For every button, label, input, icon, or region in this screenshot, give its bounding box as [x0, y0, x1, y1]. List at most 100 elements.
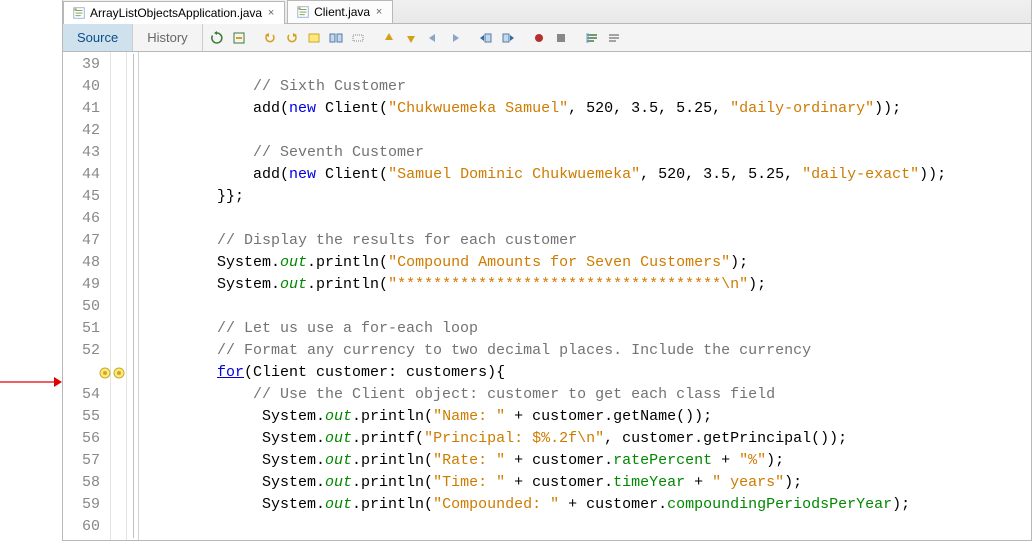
shift-right-icon[interactable] — [498, 28, 518, 48]
code-line[interactable]: System.out.println("Name: " + customer.g… — [145, 406, 1031, 428]
warning-icon — [112, 366, 126, 380]
code-line[interactable]: System.out.println("Time: " + customer.t… — [145, 472, 1031, 494]
fold-slot — [127, 450, 138, 472]
code-content[interactable]: // Sixth Customer add(new Client("Chukwu… — [139, 52, 1031, 540]
select-icon[interactable] — [326, 28, 346, 48]
history-view-tab[interactable]: History — [133, 24, 202, 51]
line-number: 52 — [63, 340, 110, 362]
uncomment-icon[interactable] — [604, 28, 624, 48]
code-line[interactable]: for(Client customer: customers){ — [145, 362, 1031, 384]
toolbar-icons — [203, 24, 628, 51]
glyph-slot — [111, 120, 126, 142]
line-number: 46 — [63, 208, 110, 230]
glyph-slot — [111, 472, 126, 494]
java-file-icon — [296, 5, 310, 19]
fold-slot — [127, 406, 138, 428]
line-number: 57 — [63, 450, 110, 472]
rect-icon[interactable] — [348, 28, 368, 48]
fold-slot — [127, 120, 138, 142]
glyph-slot — [111, 208, 126, 230]
glyph-slot — [111, 274, 126, 296]
fold-slot — [127, 296, 138, 318]
fold-slot — [127, 516, 138, 538]
comment-icon[interactable] — [582, 28, 602, 48]
code-line[interactable] — [145, 296, 1031, 318]
file-tab-arraylist[interactable]: ArrayListObjectsApplication.java × — [63, 1, 285, 24]
fold-slot — [127, 98, 138, 120]
nav-back-icon[interactable] — [423, 28, 443, 48]
code-line[interactable]: }}; — [145, 186, 1031, 208]
line-number: 45 — [63, 186, 110, 208]
nav-up-icon[interactable] — [379, 28, 399, 48]
glyph-slot — [111, 252, 126, 274]
shift-left-icon[interactable] — [476, 28, 496, 48]
record-icon[interactable] — [529, 28, 549, 48]
line-number: 39 — [63, 54, 110, 76]
tab-label: Client.java — [314, 5, 370, 19]
code-line[interactable] — [145, 208, 1031, 230]
code-line[interactable]: System.out.println("Compounded: " + cust… — [145, 494, 1031, 516]
line-number: 58 — [63, 472, 110, 494]
close-icon[interactable]: × — [266, 8, 276, 18]
glyph-slot — [111, 296, 126, 318]
code-line[interactable]: // Let us use a for-each loop — [145, 318, 1031, 340]
glyph-slot — [111, 406, 126, 428]
line-number: 48 — [63, 252, 110, 274]
fold-slot — [127, 142, 138, 164]
code-line[interactable]: System.out.println("********************… — [145, 274, 1031, 296]
code-line[interactable] — [145, 516, 1031, 538]
line-number: 55 — [63, 406, 110, 428]
update-icon[interactable] — [229, 28, 249, 48]
editor-panel: ArrayListObjectsApplication.java × Clien… — [62, 0, 1032, 541]
code-editor[interactable]: 3940414243444546474849505152545556575859… — [63, 52, 1031, 540]
fold-slot — [127, 362, 138, 384]
java-file-icon — [72, 6, 86, 20]
code-line[interactable] — [145, 120, 1031, 142]
redo-icon[interactable] — [282, 28, 302, 48]
file-tabs: ArrayListObjectsApplication.java × Clien… — [63, 0, 1031, 24]
line-number: 43 — [63, 142, 110, 164]
line-number-gutter: 3940414243444546474849505152545556575859… — [63, 52, 111, 540]
file-tab-client[interactable]: Client.java × — [287, 0, 393, 23]
glyph-slot — [111, 362, 126, 384]
code-line[interactable]: // Display the results for each customer — [145, 230, 1031, 252]
code-line[interactable]: // Sixth Customer — [145, 76, 1031, 98]
undo-icon[interactable] — [260, 28, 280, 48]
glyph-slot — [111, 450, 126, 472]
fold-slot — [127, 76, 138, 98]
glyph-slot — [111, 516, 126, 538]
code-line[interactable]: // Format any currency to two decimal pl… — [145, 340, 1031, 362]
line-number: 60 — [63, 516, 110, 538]
fold-slot — [127, 230, 138, 252]
glyph-slot — [111, 98, 126, 120]
refresh-icon[interactable] — [207, 28, 227, 48]
nav-down-icon[interactable] — [401, 28, 421, 48]
close-icon[interactable]: × — [374, 7, 384, 17]
fold-slot — [127, 384, 138, 406]
code-line[interactable]: add(new Client("Chukwuemeka Samuel", 520… — [145, 98, 1031, 120]
code-line[interactable] — [145, 54, 1031, 76]
code-line[interactable]: System.out.println("Rate: " + customer.r… — [145, 450, 1031, 472]
glyph-margin — [111, 52, 127, 540]
fold-slot — [127, 494, 138, 516]
glyph-slot — [111, 142, 126, 164]
stop-icon[interactable] — [551, 28, 571, 48]
code-line[interactable]: // Use the Client object: customer to ge… — [145, 384, 1031, 406]
source-view-tab[interactable]: Source — [63, 24, 133, 51]
glyph-slot — [111, 384, 126, 406]
code-line[interactable]: System.out.println("Compound Amounts for… — [145, 252, 1031, 274]
code-line[interactable]: add(new Client("Samuel Dominic Chukwueme… — [145, 164, 1031, 186]
glyph-slot — [111, 318, 126, 340]
code-line[interactable]: System.out.printf("Principal: $%.2f\n", … — [145, 428, 1031, 450]
highlight-icon[interactable] — [304, 28, 324, 48]
nav-fwd-icon[interactable] — [445, 28, 465, 48]
line-number: 44 — [63, 164, 110, 186]
fold-slot — [127, 318, 138, 340]
line-number: 50 — [63, 296, 110, 318]
code-line[interactable]: // Seventh Customer — [145, 142, 1031, 164]
fold-slot — [127, 428, 138, 450]
glyph-slot — [111, 340, 126, 362]
fold-slot — [127, 472, 138, 494]
line-number — [63, 362, 110, 384]
line-number: 40 — [63, 76, 110, 98]
